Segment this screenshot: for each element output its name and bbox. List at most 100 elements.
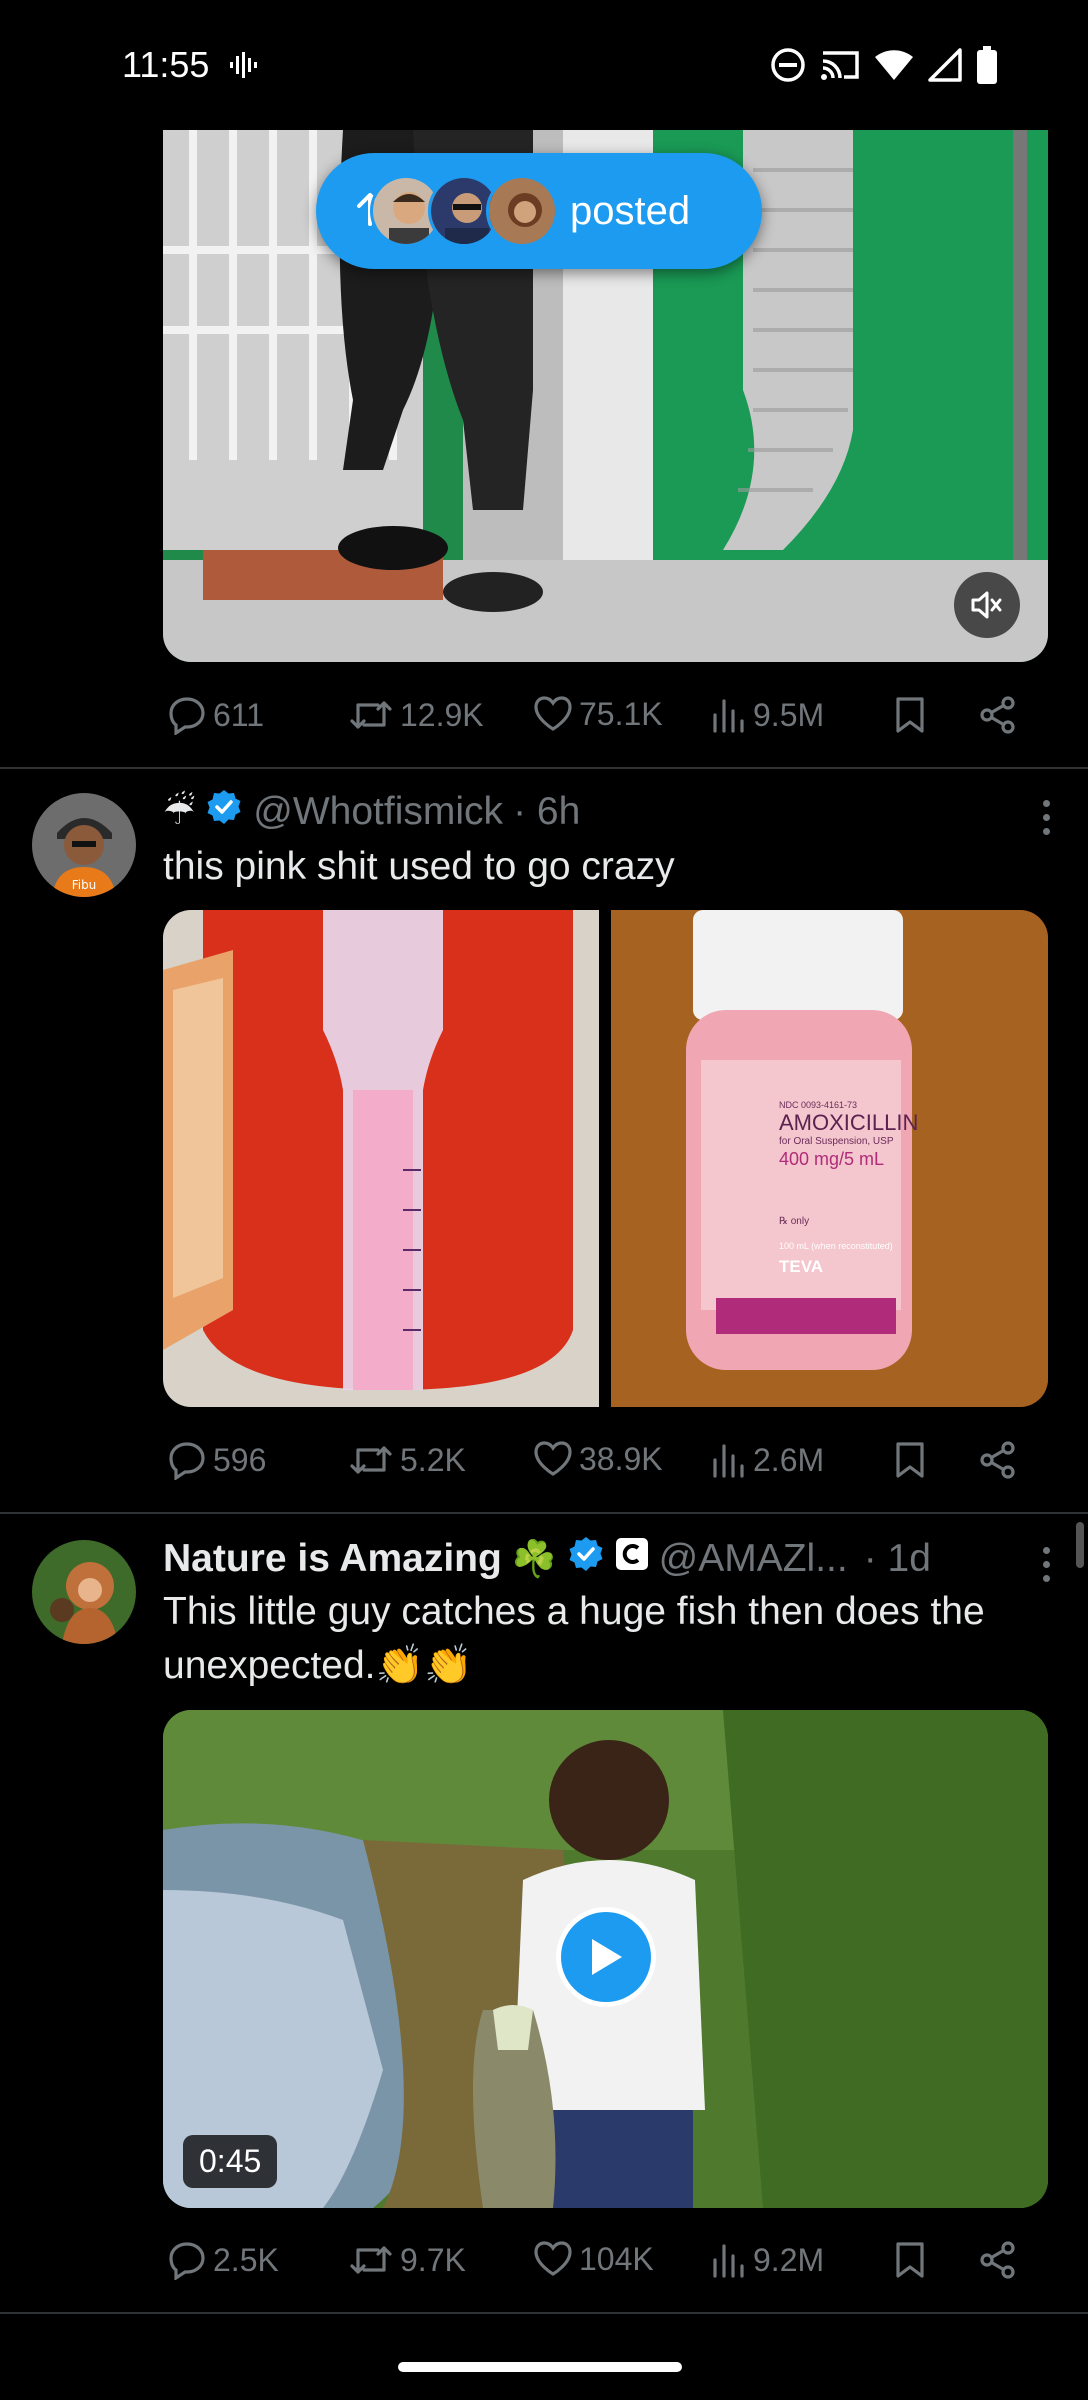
avatar xyxy=(486,175,558,247)
bar-chart-icon xyxy=(713,2244,744,2278)
views-count: 9.2M xyxy=(753,2241,825,2278)
signal-icon xyxy=(928,48,962,87)
reply-button[interactable]: 2.5K xyxy=(167,2240,279,2280)
ndc-label: NDC 0093-4161-73 xyxy=(779,1100,858,1110)
views-count: 9.5M xyxy=(753,696,825,733)
divider xyxy=(0,1512,1088,1514)
repost-icon xyxy=(350,1446,392,1474)
tweet-actions: 611 12.9K 75.1K 9.5M xyxy=(163,685,1048,745)
repost-button[interactable]: 12.9K xyxy=(348,695,484,735)
repost-count: 5.2K xyxy=(400,1441,466,1478)
bookmark-icon xyxy=(896,2242,924,2278)
like-button[interactable]: 38.9K xyxy=(533,1440,663,1478)
share-button[interactable] xyxy=(978,1440,1018,1480)
reply-count: 596 xyxy=(213,1441,267,1478)
heart-icon xyxy=(534,696,572,731)
play-icon xyxy=(592,1939,622,1975)
brand-label: TEVA xyxy=(779,1257,824,1276)
share-icon xyxy=(980,696,1015,734)
bottle-sub: for Oral Suspension, USP xyxy=(779,1136,894,1147)
wifi-icon xyxy=(874,48,914,87)
reply-icon xyxy=(169,2242,205,2280)
voicemail-icon xyxy=(228,50,258,85)
more-options-icon[interactable] xyxy=(1040,800,1052,842)
video-duration: 0:45 xyxy=(183,2135,278,2188)
tweet-header: ☔ @Whotfismick · 6h xyxy=(163,788,580,836)
home-indicator[interactable] xyxy=(398,2362,682,2372)
reply-icon xyxy=(169,1442,205,1480)
play-button[interactable] xyxy=(556,1907,656,2007)
tweet-header: Nature is Amazing ☘️ @AMAZl... · 1d xyxy=(163,1535,931,1583)
reply-button[interactable]: 596 xyxy=(167,1440,266,1480)
user-handle[interactable]: @AMAZl... xyxy=(659,1537,848,1581)
verified-badge-icon xyxy=(205,788,243,836)
tweet-video[interactable]: 0:45 xyxy=(163,1710,1048,2208)
bookmark-button[interactable] xyxy=(893,2240,927,2280)
rx-label: ℞ only xyxy=(779,1216,810,1227)
reply-count: 2.5K xyxy=(213,2241,279,2278)
views-button[interactable]: 9.5M xyxy=(711,695,824,735)
repost-button[interactable]: 5.2K xyxy=(348,1440,466,1480)
user-handle[interactable]: @Whotfismick xyxy=(253,790,503,834)
share-icon xyxy=(980,2241,1015,2279)
reply-icon xyxy=(169,697,205,735)
share-button[interactable] xyxy=(978,2240,1018,2280)
verified-badge-icon xyxy=(567,1535,605,1583)
timestamp: · 1d xyxy=(863,1537,931,1580)
tweet-text: This little guy catches a huge fish then… xyxy=(163,1590,985,1687)
bookmark-icon xyxy=(896,697,924,733)
bookmark-icon xyxy=(896,1442,924,1478)
heart-icon xyxy=(534,2241,572,2276)
tweet-text: this pink shit used to go crazy xyxy=(163,845,675,888)
volume-label: 100 mL (when reconstituted) xyxy=(779,1241,893,1251)
scrollbar[interactable] xyxy=(1076,1522,1084,1568)
bookmark-button[interactable] xyxy=(893,695,927,735)
mute-button[interactable] xyxy=(954,572,1020,638)
bottle-dose: 400 mg/5 mL xyxy=(779,1149,885,1169)
share-icon xyxy=(980,1441,1015,1479)
repost-icon xyxy=(350,701,392,729)
cast-icon xyxy=(820,47,860,88)
like-count: 38.9K xyxy=(579,1440,663,1477)
share-button[interactable] xyxy=(978,695,1018,735)
new-posts-pill[interactable]: posted xyxy=(316,153,762,269)
divider xyxy=(0,2312,1088,2314)
like-button[interactable]: 104K xyxy=(533,2240,654,2278)
status-bar: 11:55 xyxy=(0,0,1088,130)
timestamp: · 6h xyxy=(513,790,581,833)
like-count: 104K xyxy=(579,2240,654,2277)
status-time: 11:55 xyxy=(122,44,210,85)
tweet-image[interactable] xyxy=(163,910,599,1407)
tweet-actions: 2.5K 9.7K 104K 9.2M xyxy=(163,2230,1048,2290)
repost-count: 12.9K xyxy=(400,696,484,733)
tweet-actions: 596 5.2K 38.9K 2.6M xyxy=(163,1430,1048,1490)
posted-label: posted xyxy=(570,188,691,233)
like-count: 75.1K xyxy=(579,695,663,732)
like-button[interactable]: 75.1K xyxy=(533,695,663,733)
more-options-icon[interactable] xyxy=(1040,1547,1052,1589)
repost-icon xyxy=(350,2246,392,2274)
views-button[interactable]: 9.2M xyxy=(711,2240,824,2280)
views-button[interactable]: 2.6M xyxy=(711,1440,824,1480)
shamrock-emoji: ☘️ xyxy=(511,1538,557,1579)
dnd-icon xyxy=(770,47,806,88)
svg-text:Fibu: Fibu xyxy=(72,878,97,892)
bottle-label: AMOXICILLIN xyxy=(779,1110,919,1135)
battery-icon xyxy=(976,46,998,89)
heart-icon xyxy=(534,1441,572,1476)
speaker-muted-icon xyxy=(971,591,1002,619)
views-count: 2.6M xyxy=(753,1441,825,1478)
bookmark-button[interactable] xyxy=(893,1440,927,1480)
repost-button[interactable]: 9.7K xyxy=(348,2240,466,2280)
avatar[interactable] xyxy=(32,1540,136,1644)
divider xyxy=(0,767,1088,769)
avatar[interactable]: Fibu xyxy=(32,793,136,897)
bar-chart-icon xyxy=(713,699,744,733)
display-name[interactable]: Nature is Amazing xyxy=(163,1537,502,1581)
tweet-image[interactable]: NDC 0093-4161-73 AMOXICILLIN for Oral Su… xyxy=(611,910,1048,1407)
reply-button[interactable]: 611 xyxy=(167,695,264,735)
reply-count: 611 xyxy=(213,696,265,733)
bar-chart-icon xyxy=(713,1444,744,1478)
umbrella-emoji: ☔ xyxy=(163,791,196,832)
affiliate-badge-icon xyxy=(615,1537,649,1581)
